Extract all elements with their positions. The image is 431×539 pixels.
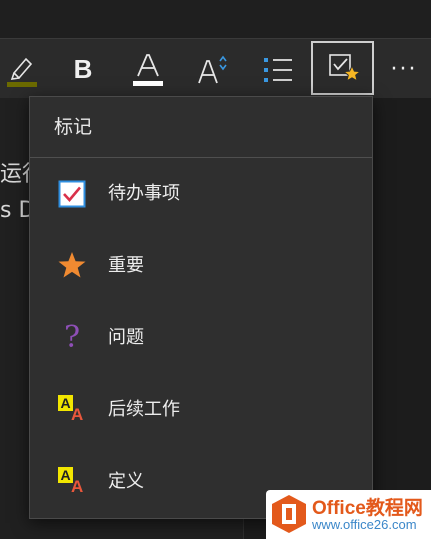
menu-item-label: 待办事项 [108,183,180,204]
tag-button[interactable] [311,41,374,95]
question-mark-icon: ? [63,320,81,355]
ribbon-toolbar: B ··· [0,38,431,99]
menu-item-important[interactable]: 重要 [30,230,372,302]
highlight-button[interactable] [0,39,44,99]
bold-icon: B [73,53,93,84]
more-icon: ··· [390,56,418,82]
bullet-list-icon [264,58,292,82]
tag-dropdown-menu: 标记 待办事项 重要 ? 问题 A A 后续工作 A A 定义 [29,96,373,519]
highlighter-icon [7,57,37,87]
more-options-button[interactable]: ··· [381,39,427,99]
menu-item-label: 后续工作 [108,399,180,420]
watermark-brand: Office教程网 [312,498,423,519]
definition-aa-icon: A A [56,466,88,498]
watermark: Office教程网 www.office26.com [266,490,431,539]
tag-checkbox-star-icon [328,54,361,82]
menu-item-question[interactable]: ? 问题 [30,302,372,374]
bold-button[interactable]: B [60,39,106,99]
checkbox-checked-icon [56,178,88,210]
watermark-url: www.office26.com [312,517,417,532]
bullet-list-button[interactable] [254,39,300,99]
menu-item-todo[interactable]: 待办事项 [30,158,372,230]
font-color-icon [133,54,163,86]
star-icon [56,250,88,282]
menu-item-follow-up[interactable]: A A 后续工作 [30,374,372,446]
menu-item-label: 重要 [108,255,144,276]
office-logo-icon [272,495,306,533]
font-size-icon [198,55,227,84]
title-bar [0,0,431,38]
font-color-button[interactable] [125,39,171,99]
follow-up-aa-icon: A A [56,394,88,426]
menu-item-label: 定义 [108,471,144,492]
menu-item-label: 问题 [108,327,144,348]
menu-title: 标记 [30,97,372,158]
font-size-button[interactable] [188,39,234,99]
